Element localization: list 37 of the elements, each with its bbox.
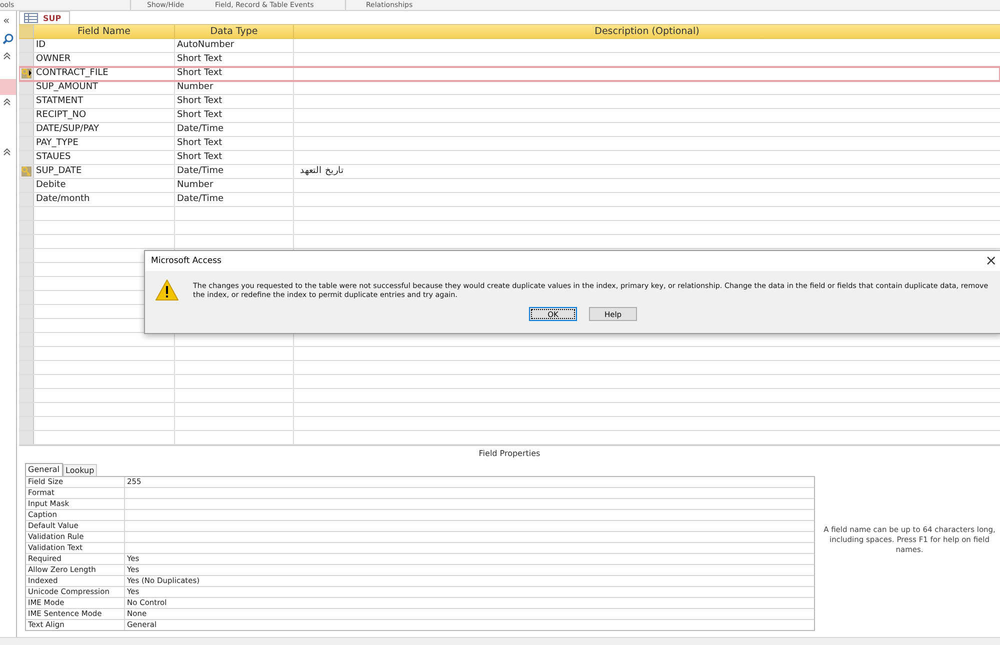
table-cell: CONTRACT_FILE [34,67,175,80]
document-tab[interactable]: SUP [19,11,70,24]
table-cell: RECIPT_NO [34,109,175,122]
table-cell: Short Text [175,109,294,122]
table-cell: SUP_DATE [34,165,175,178]
table-cell: Date/Time [175,165,294,178]
table-cell: Short Text [175,95,294,108]
table-cell: PAY_TYPE [34,137,175,150]
table-cell: Date/month [34,193,175,206]
table-cell: STATMENT [34,95,175,108]
table-cell: Number [175,81,294,94]
properties-tab[interactable]: Lookup [62,464,98,476]
section-title: Field Properties [478,448,542,460]
tab-label: SUP [43,14,62,22]
table-cell-text: تاريخ التعهد [299,165,345,178]
dialog-title: Microsoft Access [151,256,222,266]
table-cell: Number [175,179,294,192]
table-cell: Debite [34,179,175,192]
table-cell: Short Text [175,137,294,150]
properties-tab[interactable]: General [25,463,63,476]
table-cell: Short Text [175,151,294,164]
table-cell: Short Text [175,67,294,80]
table-cell: SUP_AMOUNT [34,81,175,94]
table-cell: ID [34,39,175,52]
table-cell: DATE/SUP/PAY [34,123,175,136]
table-cell: OWNER [34,53,175,66]
table-cell: STAUES [34,151,175,164]
close-button[interactable]: × [985,254,997,268]
collapse-button[interactable]: « [3,15,10,26]
column-header: Description (Optional) [594,25,700,38]
current-row-outline[interactable]: CONTRACT_FILE Short Text [19,67,1000,81]
column-header: Field Name [34,25,175,38]
table-cell: Short Text [175,53,294,66]
table-cell: AutoNumber [175,39,294,52]
table-cell: Date/Time [175,193,294,206]
column-header: Data Type [175,25,294,38]
table-cell: Date/Time [175,123,294,136]
